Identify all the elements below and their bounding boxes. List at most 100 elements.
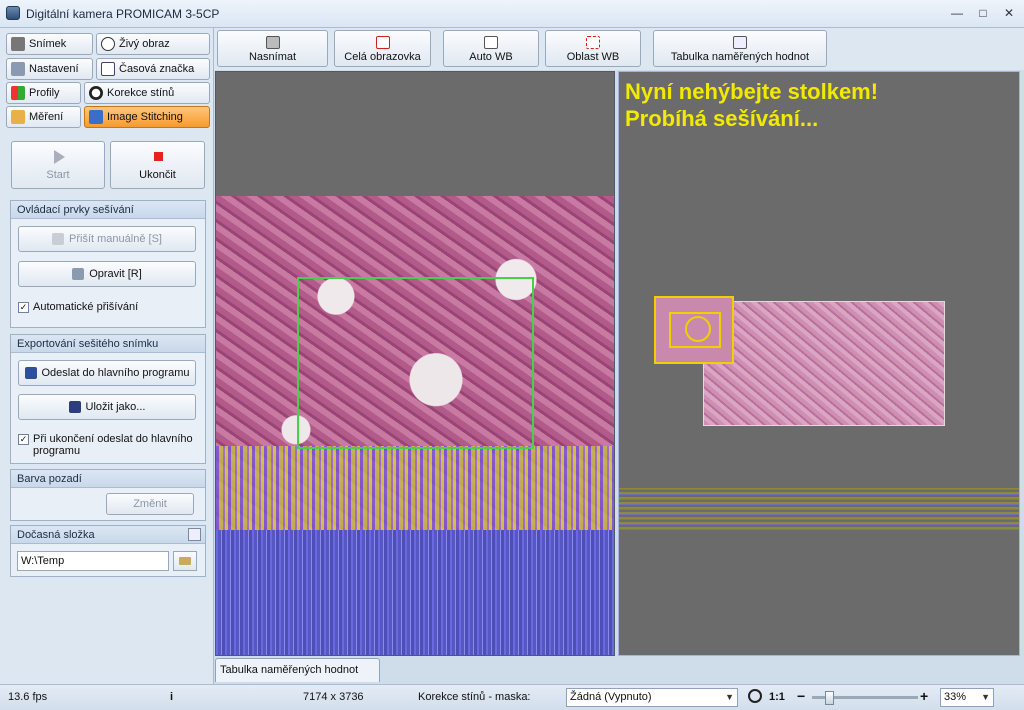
nav-casova-znacka[interactable]: Časová značka (96, 58, 210, 80)
start-button[interactable]: Start (11, 141, 105, 189)
start-label: Start (46, 169, 70, 181)
background-color-title: Barva pozadí (11, 470, 205, 488)
shading-mask-value: Žádná (Vypnuto) (570, 691, 652, 703)
stop-icon (154, 152, 163, 161)
stitching-controls-title: Ovládací prvky sešívání (11, 201, 205, 219)
nav-zivy-obraz[interactable]: Živý obraz (96, 33, 210, 55)
nav-snimek-label: Snímek (29, 38, 67, 50)
live-view[interactable] (215, 71, 615, 656)
auto-wb-button[interactable]: Auto WB (443, 30, 539, 67)
shading-mask-label: Korekce stínů - maska: (418, 691, 531, 703)
left-panel: Snímek Živý obraz Nastavení Časová značk… (0, 28, 214, 684)
nav-nastaveni-label: Nastavení (29, 63, 79, 75)
zoom-select[interactable]: 33% ▼ (940, 688, 994, 707)
wrench-icon (11, 62, 25, 76)
nav-nastaveni[interactable]: Nastavení (6, 58, 93, 80)
shading-mask-select[interactable]: Žádná (Vypnuto) ▼ (566, 688, 738, 707)
send-on-end-label: Při ukončení odeslat do hlavního program… (33, 433, 193, 457)
zoom-out-button[interactable]: − (797, 688, 805, 704)
stop-button[interactable]: Ukončit (110, 141, 205, 189)
nav-korekce-stinu[interactable]: Korekce stínů (84, 82, 210, 104)
close-button[interactable]: ✕ (998, 4, 1020, 22)
shading-icon (89, 86, 103, 100)
nav-korekce-stinu-label: Korekce stínů (107, 87, 175, 99)
target-circle (685, 316, 711, 342)
auto-stitch-label: Automatické přišívání (33, 301, 139, 313)
zoom-value: 33% (944, 691, 967, 703)
resolution-readout: 7174 x 3736 (303, 691, 364, 703)
change-color-button[interactable]: Změnit (106, 493, 194, 515)
temp-folder-title: Dočasná složka (11, 526, 205, 544)
nav-image-stitching[interactable]: Image Stitching (84, 106, 210, 128)
temp-folder-input[interactable]: W:\Temp (17, 551, 169, 571)
stitched-preview[interactable]: Nyní nehýbejte stolkem! Probíhá sešívání… (618, 71, 1020, 656)
chevron-down-icon: ▼ (725, 692, 734, 702)
repair-label: Opravit [R] (89, 268, 142, 280)
export-icon (24, 367, 37, 379)
stitch-warning-line2: Probíhá sešívání... (625, 106, 819, 131)
zoom-slider-thumb[interactable] (825, 691, 835, 705)
stop-label: Ukončit (139, 169, 176, 181)
toolbar: Nasnímat Celá obrazovka Auto WB Oblast W… (214, 28, 1024, 70)
capture-label: Nasnímat (248, 51, 297, 63)
magnifier-icon[interactable] (748, 689, 762, 703)
floppy-icon (68, 401, 81, 413)
zoom-in-button[interactable]: + (920, 688, 928, 704)
export-group-title: Exportování sešitého snímku (11, 335, 205, 353)
eye-icon (101, 37, 115, 51)
fullscreen-icon (375, 36, 390, 49)
area-wb-label: Oblast WB (566, 51, 620, 63)
fps-readout: 13.6 fps (8, 691, 48, 703)
stitching-icon (89, 110, 103, 124)
table-icon (733, 36, 747, 49)
stitched-mosaic-image (703, 301, 945, 426)
auto-wb-icon (484, 36, 498, 49)
send-to-main-label: Odeslat do hlavního programu (41, 367, 190, 379)
send-on-end-checkbox[interactable]: ✓ Při ukončení odeslat do hlavního progr… (18, 433, 198, 457)
fullscreen-label: Celá obrazovka (344, 51, 421, 63)
info-icon[interactable]: i (170, 691, 173, 703)
folder-icon (179, 557, 191, 565)
minimize-button[interactable]: — (946, 4, 968, 22)
nav-mereni[interactable]: Měření (6, 106, 81, 128)
stitch-manual-button[interactable]: Přišít manuálně [S] (18, 226, 196, 252)
nav-image-stitching-label: Image Stitching (107, 111, 183, 123)
measurement-table-label: Tabulka naměřených hodnot (670, 51, 810, 63)
stitching-controls-group: Ovládací prvky sešívání Přišít manuálně … (10, 200, 206, 328)
auto-stitch-checkbox[interactable]: ✓ Automatické přišívání (18, 301, 138, 313)
send-to-main-button[interactable]: Odeslat do hlavního programu (18, 360, 196, 386)
plus-icon (52, 233, 65, 245)
stitch-manual-label: Přišít manuálně [S] (69, 233, 162, 245)
nav-profily[interactable]: Profily (6, 82, 81, 104)
play-icon (54, 150, 65, 164)
camera-icon (265, 36, 280, 49)
tab-measurement-table[interactable]: Tabulka naměřených hodnot (215, 658, 380, 682)
preview-artifact-band (619, 488, 1019, 532)
refresh-icon[interactable] (188, 528, 201, 541)
maximize-button[interactable]: □ (972, 4, 994, 22)
capture-artifact-band (216, 446, 614, 530)
nav-snimek[interactable]: Snímek (6, 33, 93, 55)
nav-mereni-label: Měření (29, 111, 64, 123)
scan-lines-area (216, 530, 614, 655)
repair-button[interactable]: Opravit [R] (18, 261, 196, 287)
stitch-warning: Nyní nehýbejte stolkem! Probíhá sešívání… (625, 78, 878, 132)
fullscreen-button[interactable]: Celá obrazovka (334, 30, 431, 67)
measurement-table-button[interactable]: Tabulka naměřených hodnot (653, 30, 827, 67)
save-as-label: Uložit jako... (85, 401, 146, 413)
area-wb-icon (586, 36, 600, 49)
save-as-button[interactable]: Uložit jako... (18, 394, 196, 420)
ratio-button[interactable]: 1:1 (769, 691, 785, 703)
browse-folder-button[interactable] (173, 551, 197, 571)
wrench-icon (72, 268, 85, 280)
camera-app-icon (6, 6, 20, 20)
nav-profily-label: Profily (29, 87, 60, 99)
area-wb-button[interactable]: Oblast WB (545, 30, 641, 67)
background-color-group: Barva pozadí Změnit (10, 469, 206, 521)
camera-icon (11, 37, 25, 51)
profiles-icon (11, 86, 25, 100)
status-bar: 13.6 fps i 7174 x 3736 Korekce stínů - m… (0, 684, 1024, 710)
stitch-warning-line1: Nyní nehýbejte stolkem! (625, 79, 879, 104)
chevron-down-icon: ▼ (981, 692, 990, 702)
capture-button[interactable]: Nasnímat (217, 30, 328, 67)
